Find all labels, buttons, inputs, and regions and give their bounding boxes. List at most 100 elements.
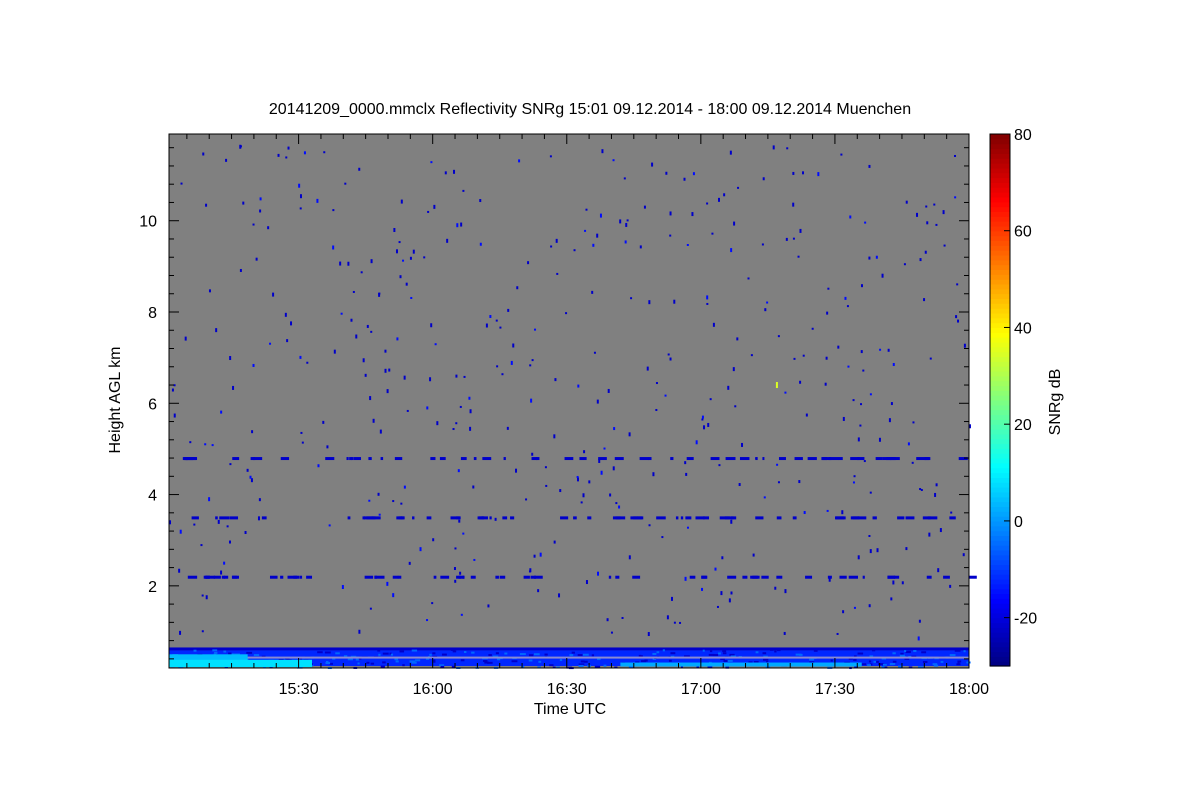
colorbar-segment [990,453,1010,459]
clutter-segment [887,575,896,579]
clutter-segment [325,457,335,461]
noise-point [494,517,497,521]
noise-point [655,382,658,385]
noise-point [539,552,542,557]
clutter-segment [280,457,290,461]
surface-echo-speck [763,658,769,661]
surface-echo-speck [544,653,548,656]
clutter-segment [191,516,199,520]
noise-point [496,365,499,368]
noise-point [840,153,843,156]
colorbar-segment [990,283,1010,290]
surface-echo-speck [582,653,589,656]
clutter-segment [875,457,883,461]
noise-point [868,164,871,168]
noise-point [410,296,413,299]
clutter-segment [269,575,278,579]
clutter-segment [890,457,900,461]
surface-echo-speck [402,664,405,667]
clutter-segment [439,457,446,461]
clutter-segment [232,457,240,461]
x-tick-label: 15:30 [279,681,319,698]
surface-echo-speck [432,652,436,655]
noise-point [630,297,633,300]
noise-point [386,389,389,394]
colorbar-segment [990,472,1010,478]
noise-point [545,484,548,487]
clutter-segment [725,457,736,461]
noise-point [925,205,928,208]
colorbar-segment [990,390,1010,396]
noise-point [454,547,457,550]
clutter-segment [835,516,846,520]
noise-point [430,161,433,164]
noise-point [290,321,293,326]
chart-title: 20141209_0000.mmclx Reflectivity SNRg 15… [269,101,911,118]
colorbar-segment [990,520,1010,527]
noise-point [249,475,252,479]
clutter-segment [587,516,592,520]
clutter-segment [350,457,354,461]
noise-point [860,403,863,406]
surface-echo-speck [755,651,759,654]
colorbar-segment [990,593,1010,599]
clutter-segment [372,516,381,520]
noise-point [544,466,547,469]
noise-point [934,492,937,497]
noise-point [328,524,331,527]
noise-point [701,418,704,421]
colorbar-segment [990,583,1010,590]
clutter-segment [412,516,415,520]
noise-point [892,363,895,367]
clutter-segment [502,516,508,520]
noise-point [826,311,829,315]
colorbar-segment [990,380,1010,387]
noise-point [782,457,785,460]
plot-background [169,134,969,668]
surface-echo-speck [450,648,455,651]
noise-point [217,519,220,524]
clutter-segment [221,575,226,579]
surface-echo-speck [963,650,966,653]
noise-point [580,501,583,504]
clutter-segment [299,575,303,579]
surface-echo-speck [954,649,961,652]
noise-point [919,258,922,262]
noise-point [911,461,914,464]
noise-point [888,418,891,423]
noise-point [316,198,319,203]
noise-point [805,413,808,417]
colorbar-segment [990,545,1010,551]
noise-point [963,343,966,348]
noise-point [741,442,744,447]
noise-point [597,571,600,576]
surface-echo-speck [830,659,833,662]
clutter-segment [499,575,506,579]
noise-point [529,364,532,367]
noise-point [534,328,537,331]
surface-echo-speck [899,654,905,657]
noise-point [853,606,856,609]
noise-point [339,261,342,266]
noise-point [928,532,931,537]
noise-point [954,196,957,199]
noise-point [666,615,669,620]
noise-point [701,415,704,419]
noise-point [525,498,528,501]
noise-point [783,631,786,635]
noise-point [826,509,829,512]
surface-echo-speck [809,658,815,661]
colorbar-segment [990,327,1010,333]
noise-point [549,155,552,158]
noise-point [369,396,372,401]
clutter-segment [943,575,950,579]
surface-echo-speck [335,652,340,655]
noise-point [772,145,775,150]
surface-echo-speck [559,659,563,662]
noise-point [857,437,860,442]
noise-point [406,409,409,412]
noise-point [857,555,860,560]
colorbar-tick-label: -20 [1014,611,1037,628]
surface-echo-speck [875,660,879,663]
noise-point [784,589,787,594]
